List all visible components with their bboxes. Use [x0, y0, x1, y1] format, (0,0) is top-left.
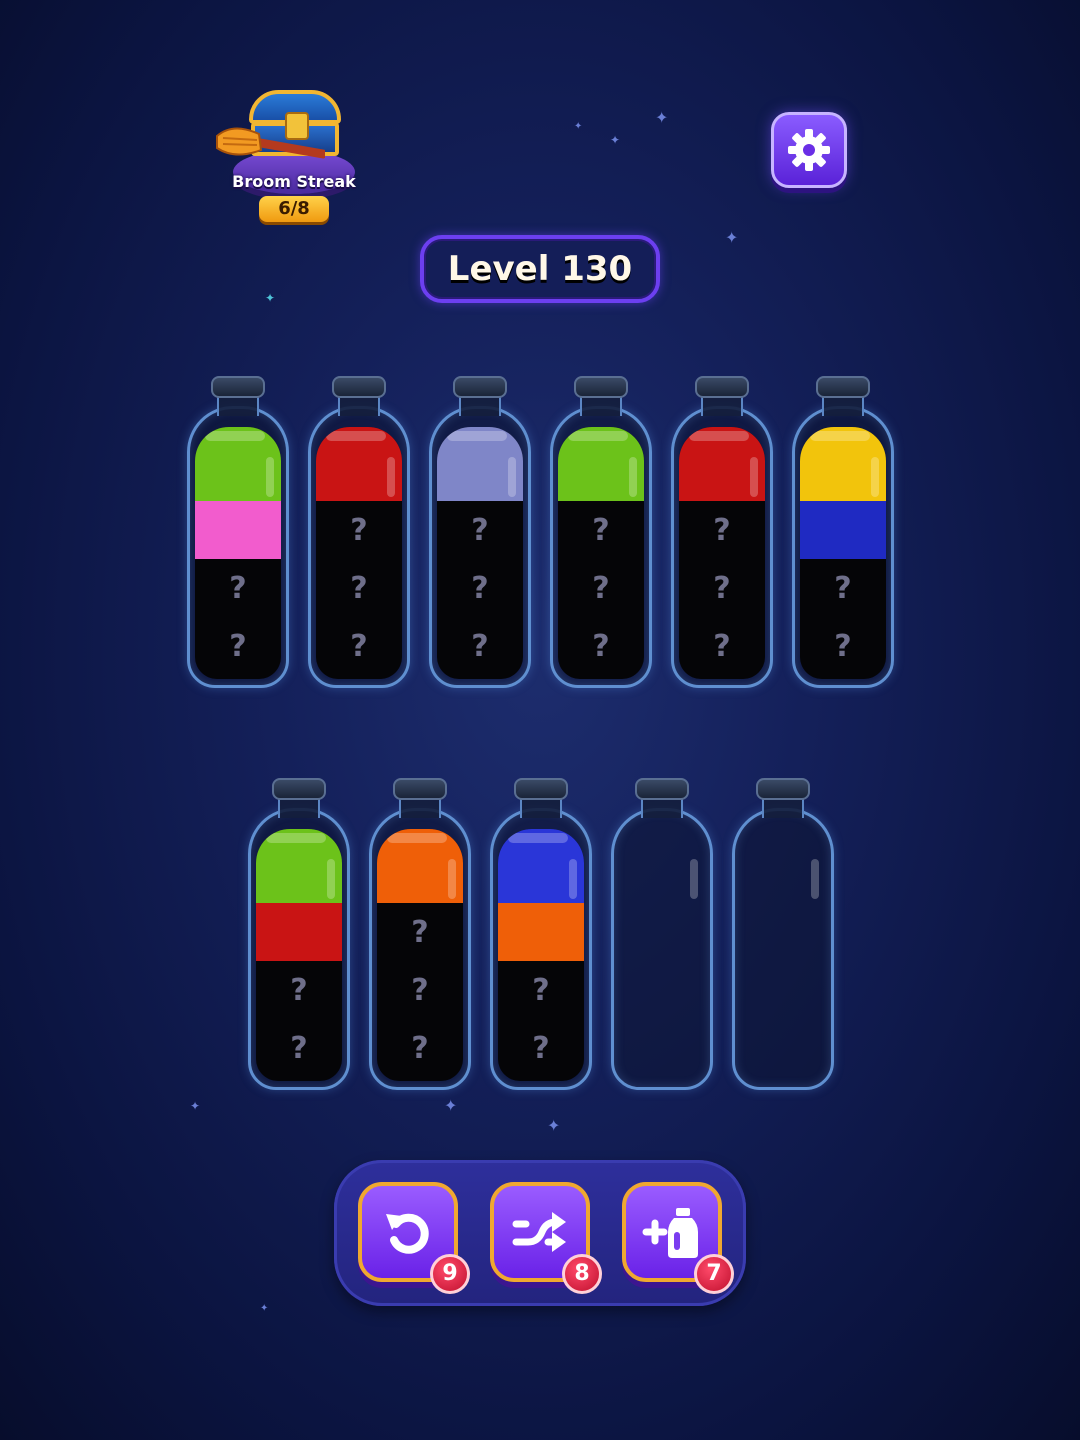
bottle[interactable]: ??	[792, 376, 894, 688]
liquid-layer-orange	[498, 903, 584, 961]
gear-icon	[788, 129, 830, 171]
glass-highlight	[508, 457, 516, 497]
star-decoration: ✦	[610, 133, 621, 147]
bottle-body: ???	[429, 406, 531, 688]
star-decoration: ✦	[190, 1099, 201, 1113]
liquid-layer-pink	[195, 501, 281, 559]
star-decoration: ✦	[260, 1303, 269, 1314]
glass-highlight	[750, 457, 758, 497]
undo-icon	[386, 1213, 429, 1254]
streak-count: 6/8	[259, 196, 329, 222]
streak-label: Broom Streak	[232, 172, 356, 191]
bottle-cap	[574, 376, 628, 398]
liquid-layer-blue	[800, 501, 886, 559]
undo-button[interactable]: 9	[358, 1182, 470, 1294]
hidden-layer-marker: ?	[229, 629, 247, 664]
settings-button[interactable]	[771, 112, 847, 188]
level-indicator: Level 130	[420, 235, 660, 303]
bottle[interactable]: ???	[308, 376, 410, 688]
glass-highlight	[448, 859, 456, 899]
hidden-layer-marker: ?	[592, 629, 610, 664]
level-label: Level 130	[447, 249, 633, 289]
bottle-cap	[756, 778, 810, 800]
hidden-layer-marker: ?	[350, 629, 368, 664]
hidden-layer-marker: ?	[713, 629, 731, 664]
bottle-body: ???	[308, 406, 410, 688]
bottle-cap	[816, 376, 870, 398]
hidden-layer-marker: ?	[592, 571, 610, 606]
bottle[interactable]: ??	[248, 778, 350, 1090]
bottle-body: ??	[490, 808, 592, 1090]
glass-highlight	[327, 859, 335, 899]
bottle-cap	[272, 778, 326, 800]
hidden-layer-marker: ?	[532, 973, 550, 1008]
bottle-body	[732, 808, 834, 1090]
bottle[interactable]: ???	[671, 376, 773, 688]
bottle[interactable]	[732, 778, 834, 1090]
bottle-cap	[211, 376, 265, 398]
hidden-layer-marker: ?	[834, 571, 852, 606]
hidden-layer-marker: ?	[713, 571, 731, 606]
hidden-layer-marker: ?	[350, 571, 368, 606]
bottle-cap	[514, 778, 568, 800]
hidden-layer-marker: ?	[471, 513, 489, 548]
star-decoration: ✦	[574, 121, 583, 132]
hidden-layer-marker: ?	[592, 513, 610, 548]
star-decoration: ✦	[547, 1116, 561, 1135]
broom-icon	[216, 127, 325, 159]
bottle-body: ??	[792, 406, 894, 688]
bottle-body: ???	[671, 406, 773, 688]
powerup-toolbar: 9 8 7	[334, 1160, 746, 1306]
bottle[interactable]: ???	[429, 376, 531, 688]
glass-highlight	[387, 457, 395, 497]
glass-highlight	[811, 859, 819, 899]
hidden-layer-marker: ?	[471, 571, 489, 606]
star-decoration: ✦	[444, 1096, 458, 1115]
hidden-layer-marker: ?	[411, 973, 429, 1008]
broom-streak-badge[interactable]: Broom Streak 6/8	[215, 88, 365, 228]
glass-highlight	[871, 457, 879, 497]
add-bottle-icon	[642, 1208, 698, 1258]
hidden-layer-marker: ?	[350, 513, 368, 548]
hidden-layer-marker: ?	[471, 629, 489, 664]
bottle-body: ??	[187, 406, 289, 688]
bottle-cap	[332, 376, 386, 398]
hidden-layer-marker: ?	[229, 571, 247, 606]
glass-highlight	[569, 859, 577, 899]
bottle-cap	[695, 376, 749, 398]
bottle-body: ???	[550, 406, 652, 688]
glass-highlight	[629, 457, 637, 497]
bottle[interactable]: ??	[187, 376, 289, 688]
shuffle-button[interactable]: 8	[490, 1182, 602, 1294]
add-bottle-count-badge: 7	[694, 1254, 734, 1294]
bottle[interactable]: ???	[369, 778, 471, 1090]
glass-highlight	[266, 457, 274, 497]
bottle-body: ???	[369, 808, 471, 1090]
hidden-layer-marker: ?	[411, 1031, 429, 1066]
hidden-layer-marker: ?	[411, 915, 429, 950]
bottle-cap	[635, 778, 689, 800]
undo-count-badge: 9	[430, 1254, 470, 1294]
bottle[interactable]	[611, 778, 713, 1090]
hidden-layer-marker: ?	[532, 1031, 550, 1066]
bottle[interactable]: ??	[490, 778, 592, 1090]
bottle[interactable]: ???	[550, 376, 652, 688]
liquid-layer-red	[256, 903, 342, 961]
hidden-layer-marker: ?	[834, 629, 852, 664]
shuffle-count-badge: 8	[562, 1254, 602, 1294]
star-decoration: ✦	[265, 291, 276, 305]
bottle-body	[611, 808, 713, 1090]
glass-highlight	[690, 859, 698, 899]
shuffle-icon	[512, 1212, 566, 1252]
star-decoration: ✦	[725, 228, 739, 247]
bottle-cap	[453, 376, 507, 398]
bottle-body: ??	[248, 808, 350, 1090]
hidden-layer-marker: ?	[713, 513, 731, 548]
star-decoration: ✦	[655, 108, 669, 127]
bottle-cap	[393, 778, 447, 800]
hidden-layer-marker: ?	[290, 973, 308, 1008]
add-bottle-button[interactable]: 7	[622, 1182, 734, 1294]
hidden-layer-marker: ?	[290, 1031, 308, 1066]
